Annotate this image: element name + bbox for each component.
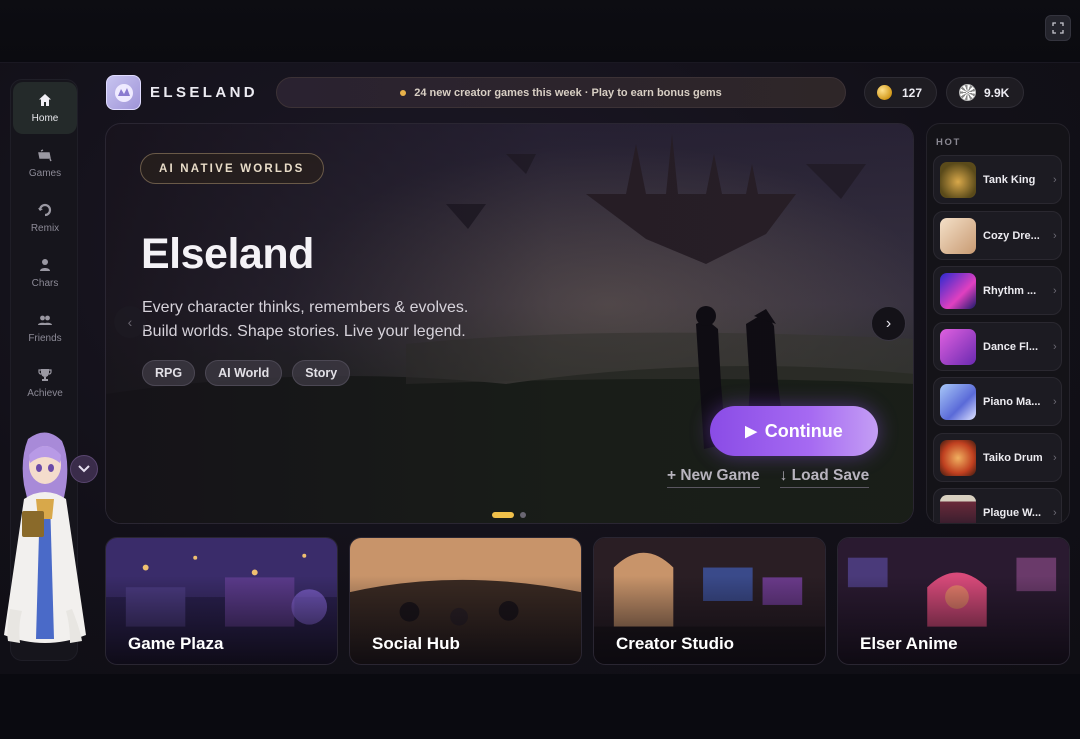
sidebar-item-label: Achieve xyxy=(27,388,63,399)
chevron-right-icon: › xyxy=(1053,340,1057,353)
ticker-dot-icon xyxy=(400,89,407,96)
game-thumbnail xyxy=(940,383,976,420)
sidebar-item-label: Home xyxy=(31,113,59,124)
sidebar-item-label: Chars xyxy=(31,278,59,289)
chevron-right-icon: › xyxy=(885,314,892,332)
hero-tags: RPG AI World Story xyxy=(142,360,351,386)
continue-button[interactable]: ▶ Continue xyxy=(710,406,878,456)
announcement-ticker[interactable]: 24 new creator games this week · Play to… xyxy=(276,77,846,108)
friends-icon xyxy=(38,315,52,325)
chevron-right-icon: › xyxy=(1053,451,1057,464)
hero-subtitle: Every character thinks, remembers & evol… xyxy=(142,296,562,344)
card-social-hub[interactable]: Social Hub xyxy=(349,537,582,665)
carousel-dot-active[interactable] xyxy=(492,512,514,518)
game-thumbnail xyxy=(940,217,976,254)
hot-item-cozy-dream[interactable]: Cozy Dre... › xyxy=(933,211,1062,260)
sidebar-item-label: Remix xyxy=(30,223,60,234)
sidebar-item-home[interactable]: Home xyxy=(13,82,77,134)
game-thumbnail xyxy=(940,272,976,309)
card-title: Elser Anime xyxy=(860,634,958,653)
hot-item-name: Taiko Drum xyxy=(983,451,1043,464)
hero-badge: AI NATIVE WORLDS xyxy=(140,153,324,184)
brand-name: ELSELAND xyxy=(150,84,259,101)
tag-ai-world[interactable]: AI World xyxy=(205,360,283,386)
card-title: Creator Studio xyxy=(616,634,735,653)
chevron-right-icon: › xyxy=(1053,506,1057,519)
hot-item-name: Tank King xyxy=(983,173,1036,186)
hot-item-name: Piano Ma... xyxy=(983,395,1041,408)
hot-item-name: Rhythm ... xyxy=(983,284,1037,297)
ticker-text: 24 new creator games this week · Play to… xyxy=(414,86,722,99)
scroll-down-button[interactable] xyxy=(70,455,98,483)
app-logo[interactable] xyxy=(106,75,141,110)
hot-item-name: Dance Fl... xyxy=(983,340,1039,353)
hot-panel-label: HOT xyxy=(936,137,961,148)
hot-item-name: Plague W... xyxy=(983,506,1042,519)
hero-title: Elseland xyxy=(141,230,314,278)
chevron-right-icon: › xyxy=(1053,395,1057,408)
hot-item-taiko-drum[interactable]: Taiko Drum › xyxy=(933,433,1062,482)
chevron-right-icon: › xyxy=(1053,173,1057,186)
expand-icon xyxy=(1052,22,1064,34)
game-thumbnail xyxy=(940,328,976,365)
gem-count: 9.9K xyxy=(984,85,1010,100)
new-game-link[interactable]: + New Game xyxy=(667,467,760,488)
hero-subtitle-line: Every character thinks, remembers & evol… xyxy=(142,299,469,316)
tag-story[interactable]: Story xyxy=(292,360,351,386)
card-creator-studio[interactable]: Creator Studio xyxy=(593,537,826,665)
carousel-dot[interactable] xyxy=(520,512,526,518)
hero-secondary-actions: + New Game ↓ Load Save xyxy=(667,467,870,488)
trophy-icon xyxy=(38,369,52,381)
chevron-left-icon: ‹ xyxy=(127,314,133,330)
sidebar-item-friends[interactable]: Friends xyxy=(13,302,77,354)
gem-icon xyxy=(959,84,976,101)
sidebar-item-chars[interactable]: Chars xyxy=(13,247,77,299)
card-title: Game Plaza xyxy=(128,634,224,653)
card-title: Social Hub xyxy=(372,634,460,653)
tag-rpg[interactable]: RPG xyxy=(142,360,196,386)
carousel-next-button[interactable]: › xyxy=(871,306,906,341)
coin-icon xyxy=(877,85,892,100)
chevron-right-icon: › xyxy=(1053,229,1057,242)
game-thumbnail xyxy=(940,161,976,198)
app-window: Home Games Remix Chars Friends Achieve E… xyxy=(0,62,1080,674)
hot-item-name: Cozy Dre... xyxy=(983,229,1040,242)
sidebar-item-label: Friends xyxy=(28,333,62,344)
hero-banner: AI NATIVE WORLDS Elseland Every characte… xyxy=(105,123,914,524)
game-thumbnail xyxy=(940,494,976,523)
sidebar-item-remix[interactable]: Remix xyxy=(13,192,77,244)
gamepad-icon xyxy=(38,149,52,162)
load-save-link[interactable]: ↓ Load Save xyxy=(779,467,870,488)
hot-item-plague[interactable]: Plague W... › xyxy=(933,488,1062,523)
hot-item-tank-king[interactable]: Tank King › xyxy=(933,155,1062,204)
chevron-right-icon: › xyxy=(1053,284,1057,297)
game-thumbnail xyxy=(940,439,976,476)
window-titlebar xyxy=(0,0,1080,60)
logo-icon xyxy=(114,83,133,102)
hot-item-dance-floor[interactable]: Dance Fl... › xyxy=(933,322,1062,371)
person-icon xyxy=(40,259,50,271)
hot-item-rhythm[interactable]: Rhythm ... › xyxy=(933,266,1062,315)
play-icon: ▶ xyxy=(745,423,757,440)
sidebar-item-games[interactable]: Games xyxy=(13,137,77,189)
card-game-plaza[interactable]: Game Plaza xyxy=(105,537,338,665)
hero-subtitle-line: Build worlds. Shape stories. Live your l… xyxy=(142,323,466,340)
continue-label: Continue xyxy=(764,420,843,441)
gem-balance[interactable]: 9.9K xyxy=(946,77,1025,108)
coin-count: 127 xyxy=(902,85,923,100)
remix-icon xyxy=(38,203,52,217)
sidebar-item-label: Games xyxy=(28,168,62,179)
fullscreen-button[interactable] xyxy=(1045,15,1071,41)
hot-item-piano-master[interactable]: Piano Ma... › xyxy=(933,377,1062,426)
coin-balance[interactable]: 127 xyxy=(864,77,938,108)
sidebar-item-achieve[interactable]: Achieve xyxy=(13,357,77,409)
carousel-dots xyxy=(492,512,526,518)
chevron-down-icon xyxy=(78,465,90,473)
carousel-prev-button[interactable]: ‹ xyxy=(114,306,146,338)
home-icon xyxy=(39,94,51,106)
hot-games-panel: HOT Tank King › Cozy Dre... › Rhythm ...… xyxy=(926,123,1070,524)
card-elser-anime[interactable]: Elser Anime xyxy=(837,537,1070,665)
